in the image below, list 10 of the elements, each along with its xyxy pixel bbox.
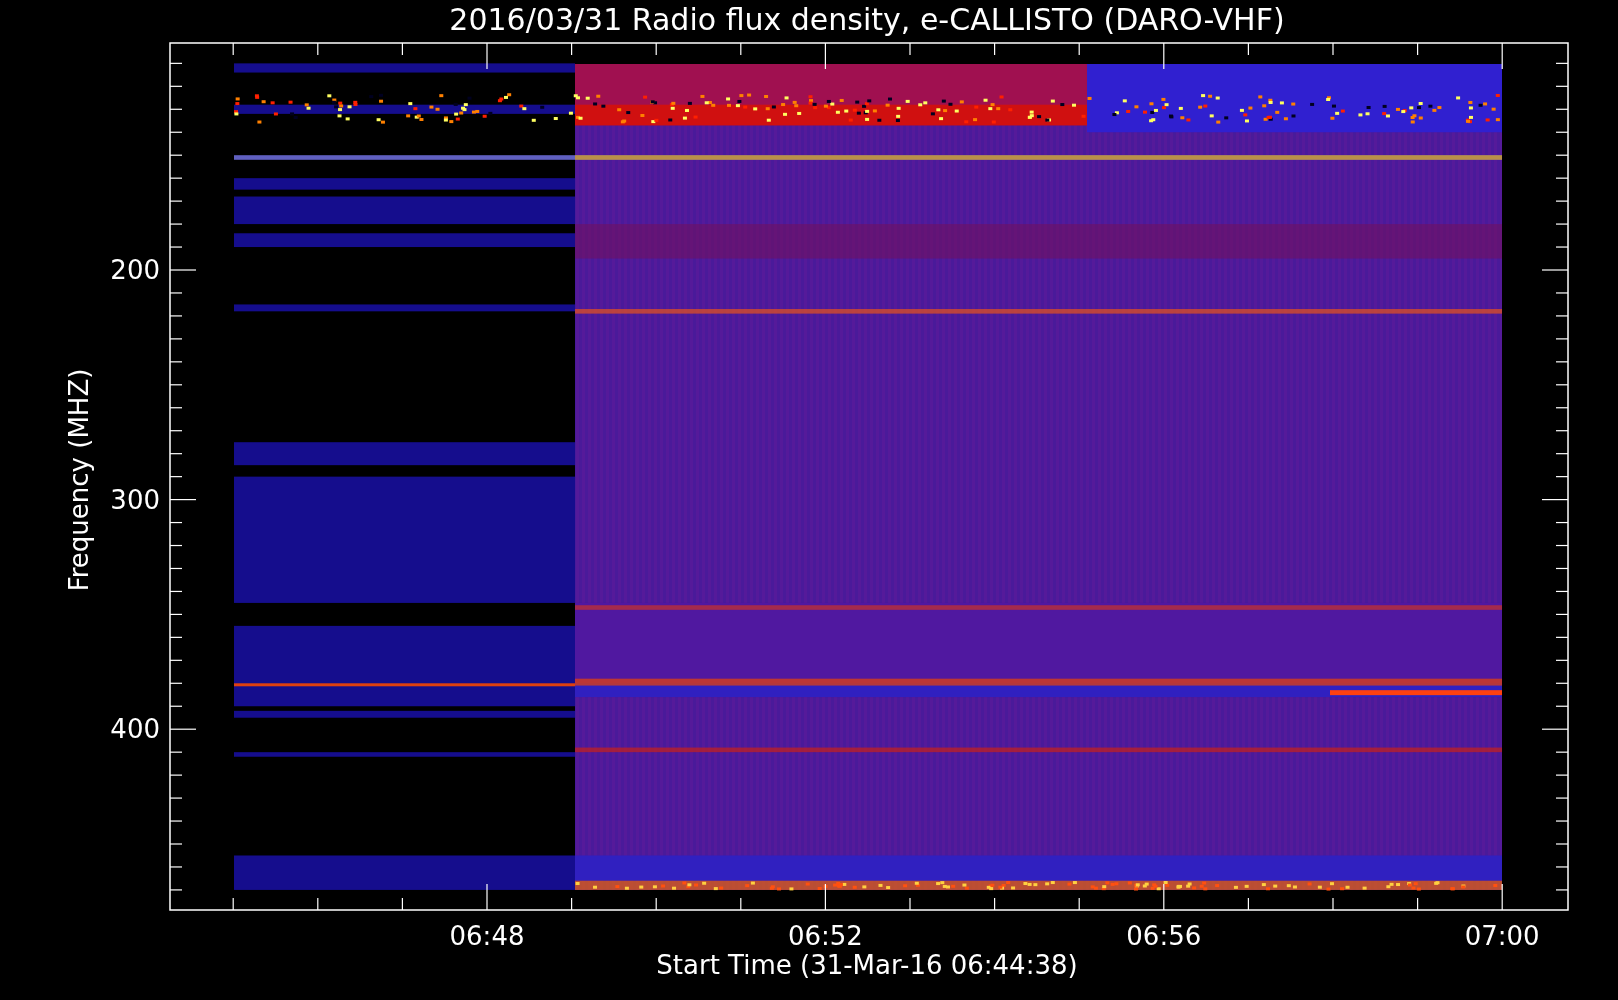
y-tick-label: 400 xyxy=(110,714,160,745)
x-tick-label: 07:00 xyxy=(1464,921,1540,951)
x-tick-label: 06:52 xyxy=(787,921,863,951)
x-tick-label: 06:56 xyxy=(1126,921,1202,951)
y-tick-label: 200 xyxy=(110,255,160,285)
x-axis-label: Start Time (31-Mar-16 06:44:38) xyxy=(656,950,1078,980)
x-tick-label: 06:48 xyxy=(449,921,525,951)
chart-title: 2016/03/31 Radio flux density, e-CALLISTO (DARO-VHF) xyxy=(449,2,1285,37)
y-tick-label: 300 xyxy=(110,484,160,515)
y-axis-label: Frequency (MHZ) xyxy=(64,368,94,592)
